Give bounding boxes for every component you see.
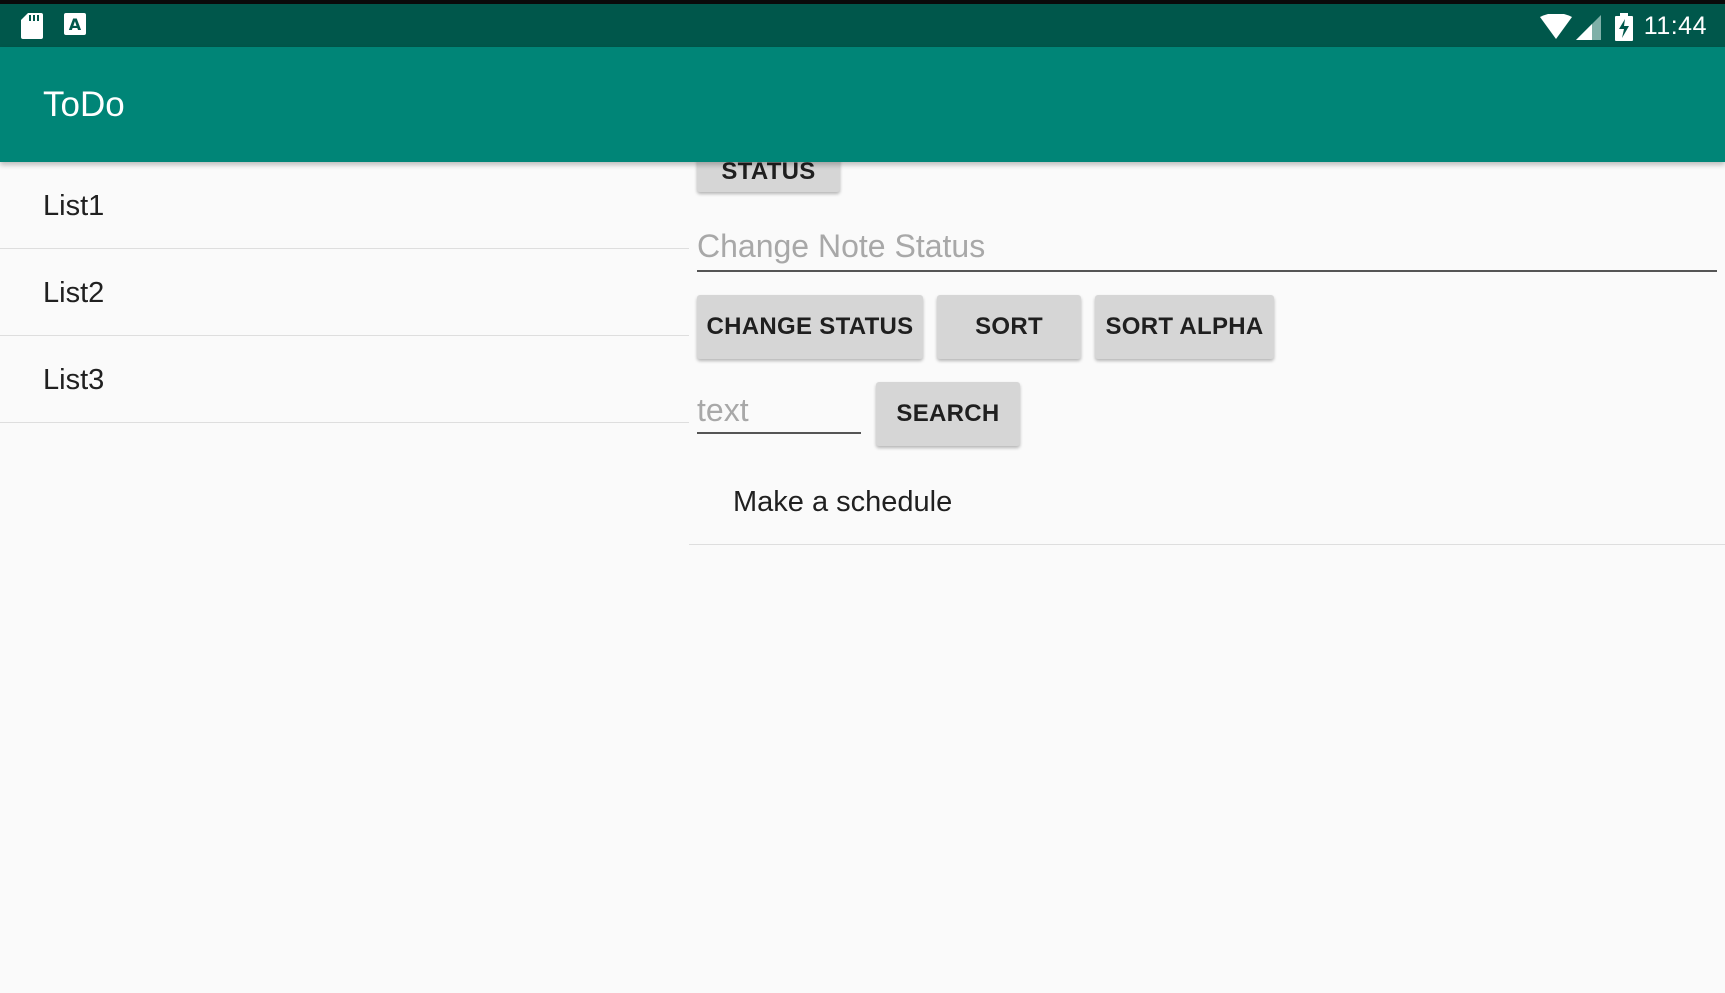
app-title: ToDo — [43, 85, 125, 124]
app-bar: ToDo — [0, 47, 1725, 162]
status-button[interactable]: STATUS — [697, 162, 840, 192]
list-item[interactable]: List3 — [0, 336, 689, 423]
wifi-icon — [1540, 14, 1572, 39]
cell-signal-icon — [1576, 15, 1601, 40]
notes-panel: STATUS CHANGE STATUS SORT SORT ALPHA SEA… — [689, 162, 1725, 993]
lists-panel: List1 List2 List3 — [0, 162, 689, 423]
note-item[interactable]: Make a schedule — [689, 462, 1725, 545]
list-item-label: List2 — [43, 277, 105, 309]
sort-button[interactable]: SORT — [937, 295, 1081, 359]
search-input[interactable] — [697, 388, 861, 434]
sd-card-icon — [21, 13, 43, 39]
list-item-label: List1 — [43, 190, 105, 222]
list-item[interactable]: List2 — [0, 249, 689, 336]
list-item[interactable]: List1 — [0, 162, 689, 249]
note-item-label: Make a schedule — [733, 486, 953, 518]
battery-charging-icon — [1615, 13, 1633, 41]
note-status-input[interactable] — [697, 222, 1717, 272]
clock: 11:44 — [1643, 12, 1707, 40]
svg-text:A: A — [69, 15, 82, 34]
list-item-label: List3 — [43, 364, 105, 396]
sort-alpha-button[interactable]: SORT ALPHA — [1095, 295, 1274, 359]
change-status-button[interactable]: CHANGE STATUS — [697, 295, 923, 359]
keyboard-a-icon: A — [64, 13, 86, 35]
status-bar: A 11:44 — [0, 0, 1725, 47]
search-button[interactable]: SEARCH — [876, 382, 1020, 446]
